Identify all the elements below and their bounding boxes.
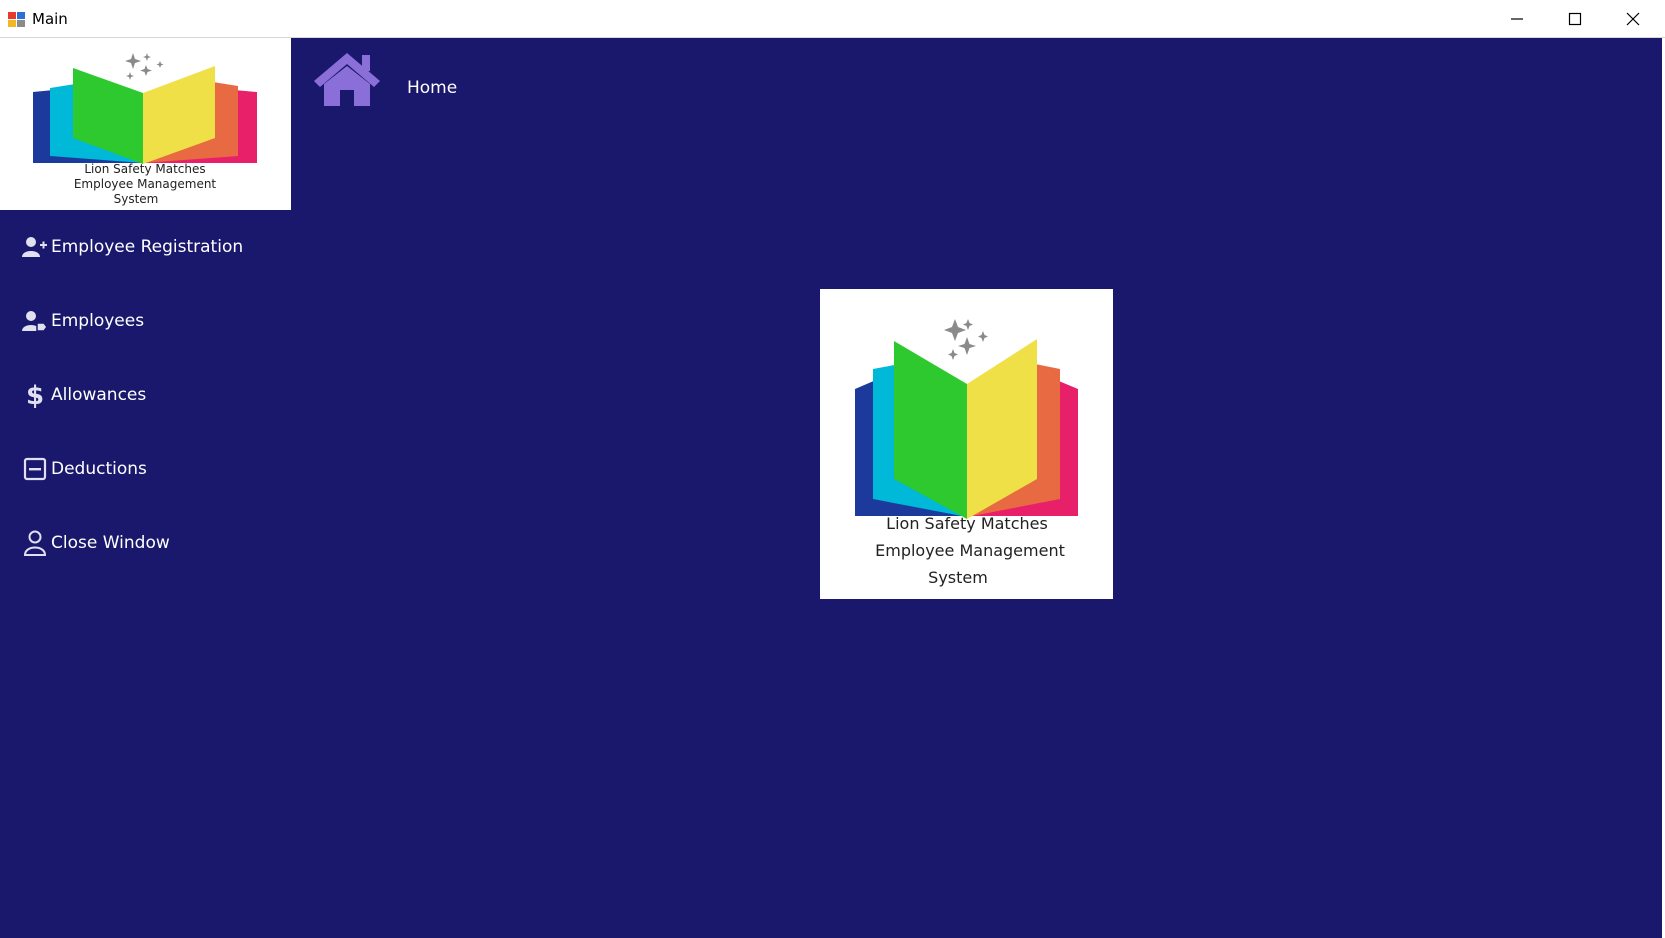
logo-line-2: Employee Management xyxy=(875,541,1065,560)
sidebar-item-deductions[interactable]: Deductions xyxy=(0,440,291,498)
header-home-label: Home xyxy=(407,78,458,98)
maximize-button[interactable] xyxy=(1546,0,1604,38)
book-logo-image: Lion Safety Matches Employee Management … xyxy=(33,53,257,206)
minimize-icon xyxy=(1511,18,1523,20)
sidebar-item-label: Allowances xyxy=(51,385,147,405)
svg-text:$: $ xyxy=(26,382,44,408)
center-logo: Lion Safety Matches Employee Management … xyxy=(820,289,1113,599)
logo-line-1: Lion Safety Matches xyxy=(886,514,1048,533)
sidebar-item-allowances[interactable]: $ Allowances xyxy=(0,366,291,424)
sidebar-item-label: Deductions xyxy=(51,459,147,479)
sidebar-item-employees[interactable]: Employees xyxy=(0,292,291,350)
minimize-button[interactable] xyxy=(1488,0,1546,38)
sidebar-item-label: Employee Registration xyxy=(51,237,244,257)
logo-line-2: Employee Management xyxy=(74,177,217,191)
user-plus-icon xyxy=(22,234,48,260)
home-icon[interactable] xyxy=(312,50,382,108)
sidebar-item-employee-registration[interactable]: Employee Registration xyxy=(0,218,291,276)
main-window-client: Lion Safety Matches Employee Management … xyxy=(0,38,1665,938)
app-icon xyxy=(8,12,25,27)
window-title: Main xyxy=(32,10,68,28)
logo-line-3: System xyxy=(928,568,988,587)
sidebar-logo: Lion Safety Matches Employee Management … xyxy=(0,38,291,210)
sidebar-item-label: Close Window xyxy=(51,533,170,553)
close-icon xyxy=(1626,12,1640,26)
sidebar-item-label: Employees xyxy=(51,311,145,331)
user-outline-icon xyxy=(22,530,48,556)
users-tag-icon xyxy=(22,308,48,334)
logo-line-1: Lion Safety Matches xyxy=(84,162,205,176)
title-bar: Main xyxy=(0,0,1665,38)
sidebar-item-close-window[interactable]: Close Window xyxy=(0,514,291,572)
minus-square-icon xyxy=(22,456,48,482)
maximize-icon xyxy=(1568,12,1582,26)
dollar-icon: $ xyxy=(22,382,48,408)
logo-line-3: System xyxy=(114,192,159,206)
close-button[interactable] xyxy=(1604,0,1662,38)
book-logo-image: Lion Safety Matches Employee Management … xyxy=(855,319,1078,587)
